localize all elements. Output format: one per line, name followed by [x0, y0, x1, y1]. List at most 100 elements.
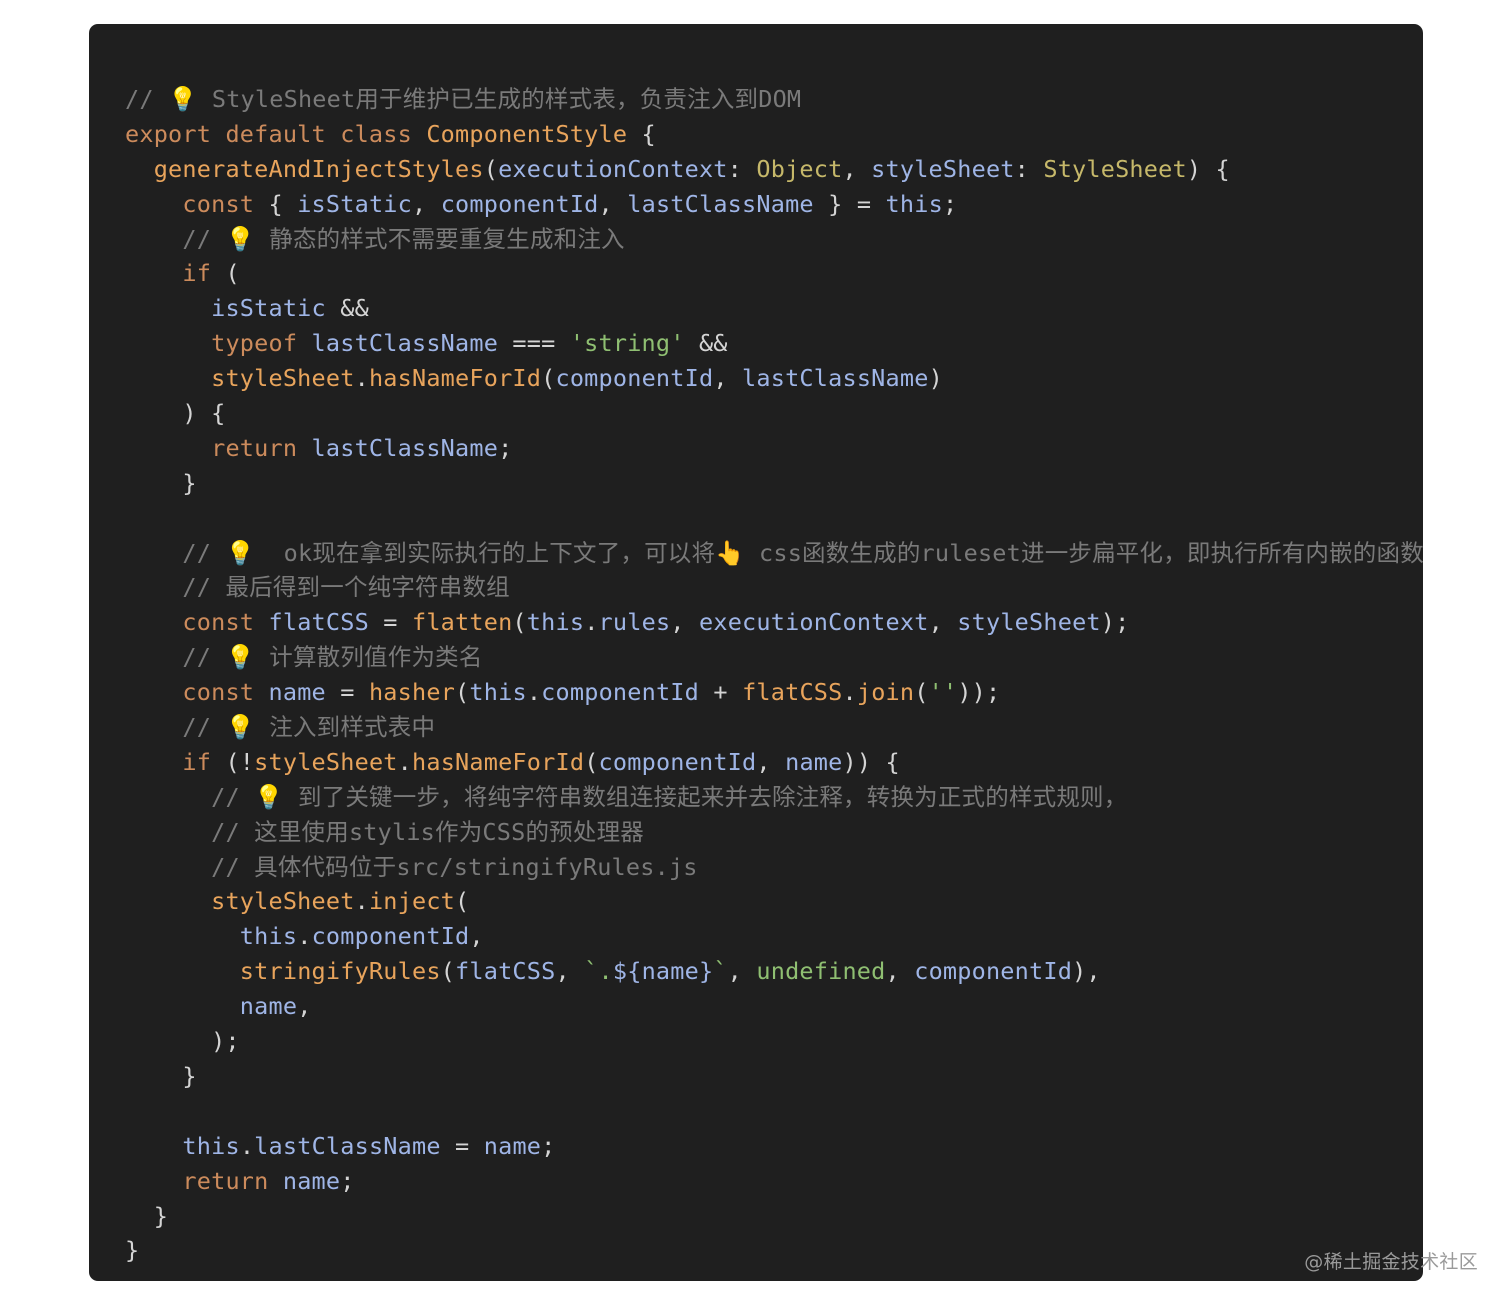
code-line: );: [125, 1024, 1423, 1059]
code-token-punct: [125, 364, 211, 392]
code-line: stringifyRules(flatCSS, `.${name}`, unde…: [125, 954, 1423, 989]
code-token-string: `: [713, 957, 728, 986]
code-token-punct: }: [125, 1201, 169, 1230]
code-token-keyword: const: [182, 678, 269, 707]
code-token-var: flatCSS: [455, 957, 556, 986]
code-token-punct: [125, 190, 182, 218]
code-token-punct: =: [440, 1131, 484, 1160]
code-token-punct: .: [397, 747, 412, 776]
code-token-var: componentId: [555, 364, 714, 393]
code-token-punct: ;: [942, 189, 958, 218]
code-token-punct: ,: [885, 957, 915, 986]
code-token-keyword: return: [211, 433, 312, 462]
code-token-var: name: [785, 747, 843, 776]
code-token-keyword: export: [125, 119, 226, 148]
code-token-comment: // 💡 ok现在拿到实际执行的上下文了，可以将👆 css函数生成的rulese…: [182, 538, 1423, 567]
code-line: // 最后得到一个纯字符串数组: [125, 570, 1423, 605]
code-token-punct: [125, 1167, 182, 1195]
code-line: // 💡 计算散列值作为类名: [125, 640, 1423, 675]
code-token-var: componentId: [914, 957, 1073, 986]
code-token-punct: (!: [211, 747, 255, 776]
code-token-var: lastClassName: [627, 189, 814, 218]
code-token-punct: +: [699, 678, 743, 707]
code-token-punct: ,: [842, 154, 872, 183]
code-token-func: styleSheet: [254, 747, 398, 776]
code-token-punct: [125, 608, 182, 636]
code-token-prop: lastClassName: [254, 1131, 441, 1160]
code-token-this: this: [469, 678, 527, 707]
code-token-prop: componentId: [541, 678, 700, 707]
code-token-this: this: [182, 1131, 240, 1160]
code-token-punct: );: [125, 1027, 240, 1056]
code-token-this: this: [526, 608, 585, 637]
code-line: // 具体代码位于src/stringifyRules.js: [125, 850, 1423, 885]
code-token-var: styleSheet: [957, 608, 1101, 637]
code-line: // 💡 注入到样式表中: [125, 710, 1423, 745]
page: // 💡 StyleSheet用于维护已生成的样式表，负责注入到DOM expor…: [0, 0, 1512, 1305]
code-token-punct: [125, 155, 154, 183]
code-token-keyword: if: [182, 259, 212, 288]
code-token-undef: undefined: [756, 957, 886, 986]
code-token-punct: [125, 573, 182, 601]
code-token-var: executionContext: [498, 154, 728, 183]
code-token-func: styleSheet: [211, 887, 355, 916]
code-token-punct: &&: [325, 294, 369, 323]
code-line: // 💡 静态的样式不需要重复生成和注入: [125, 222, 1423, 257]
code-line: isStatic &&: [125, 291, 1423, 326]
code-token-string: '': [928, 678, 958, 707]
code-line: name,: [125, 989, 1423, 1024]
code-line: if (!styleSheet.hasNameForId(componentId…: [125, 745, 1423, 780]
code-line: const { isStatic, componentId, lastClass…: [125, 187, 1423, 222]
code-block: // 💡 StyleSheet用于维护已生成的样式表，负责注入到DOM expor…: [89, 24, 1423, 1281]
code-token-punct: ,: [412, 189, 441, 218]
code-token-punct: =: [368, 608, 412, 637]
code-token-var: name: [239, 992, 298, 1021]
code-token-punct: ,: [469, 922, 484, 951]
code-line: // 💡 到了关键一步，将纯字符串数组连接起来并去除注释，转换为正式的样式规则，: [125, 780, 1423, 815]
code-token-punct: )) {: [842, 747, 900, 776]
code-token-punct: =: [325, 678, 369, 707]
code-token-punct: ) {: [1186, 154, 1230, 183]
code-line: // 💡 StyleSheet用于维护已生成的样式表，负责注入到DOM: [125, 82, 1423, 117]
code-token-var: lastClassName: [742, 364, 929, 393]
code-token-punct: (: [455, 678, 470, 707]
code-token-class: ComponentStyle: [426, 119, 628, 148]
code-token-punct: ===: [498, 329, 570, 358]
code-token-punct: ): [928, 364, 943, 393]
code-line: // 💡 ok现在拿到实际执行的上下文了，可以将👆 css函数生成的rulese…: [125, 536, 1423, 571]
code-token-var: componentId: [440, 189, 599, 218]
code-token-this: this: [239, 922, 298, 951]
code-line: }: [125, 1199, 1423, 1234]
code-token-var: isStatic: [211, 294, 326, 323]
code-token-punct: [125, 748, 182, 776]
code-token-func: hasher: [368, 678, 456, 707]
code-line: }: [125, 466, 1423, 501]
code-token-punct: [125, 713, 182, 741]
code-token-func: inject: [368, 887, 456, 916]
code-token-punct: {: [627, 119, 656, 148]
code-token-punct: [125, 957, 240, 985]
code-token-var: executionContext: [699, 608, 929, 637]
code-token-comment: // 💡 静态的样式不需要重复生成和注入: [182, 224, 625, 253]
code-token-punct: ,: [555, 957, 585, 986]
code-token-var: styleSheet: [871, 154, 1015, 183]
code-token-var: name: [282, 1166, 341, 1195]
code-token-punct: ,: [297, 992, 312, 1021]
code-token-punct: (: [483, 154, 499, 183]
code-token-keyword: return: [182, 1166, 283, 1195]
code-token-punct: (: [914, 678, 929, 707]
code-token-comment: // 💡 注入到样式表中: [182, 713, 436, 742]
code-line: styleSheet.hasNameForId(componentId, las…: [125, 361, 1423, 396]
code-token-comment: // 💡 StyleSheet用于维护已生成的样式表，负责注入到DOM: [125, 85, 802, 113]
code-token-punct: .: [584, 608, 599, 637]
code-token-this: this: [885, 189, 943, 218]
code-token-comment: // 💡 计算散列值作为类名: [182, 643, 483, 672]
code-line: }: [125, 1233, 1423, 1268]
code-token-punct: (: [211, 259, 240, 288]
code-token-punct: }: [125, 468, 197, 497]
code-token-punct: [125, 259, 182, 287]
code-token-punct: ;: [498, 433, 513, 462]
code-token-func: flatCSS: [742, 678, 843, 707]
